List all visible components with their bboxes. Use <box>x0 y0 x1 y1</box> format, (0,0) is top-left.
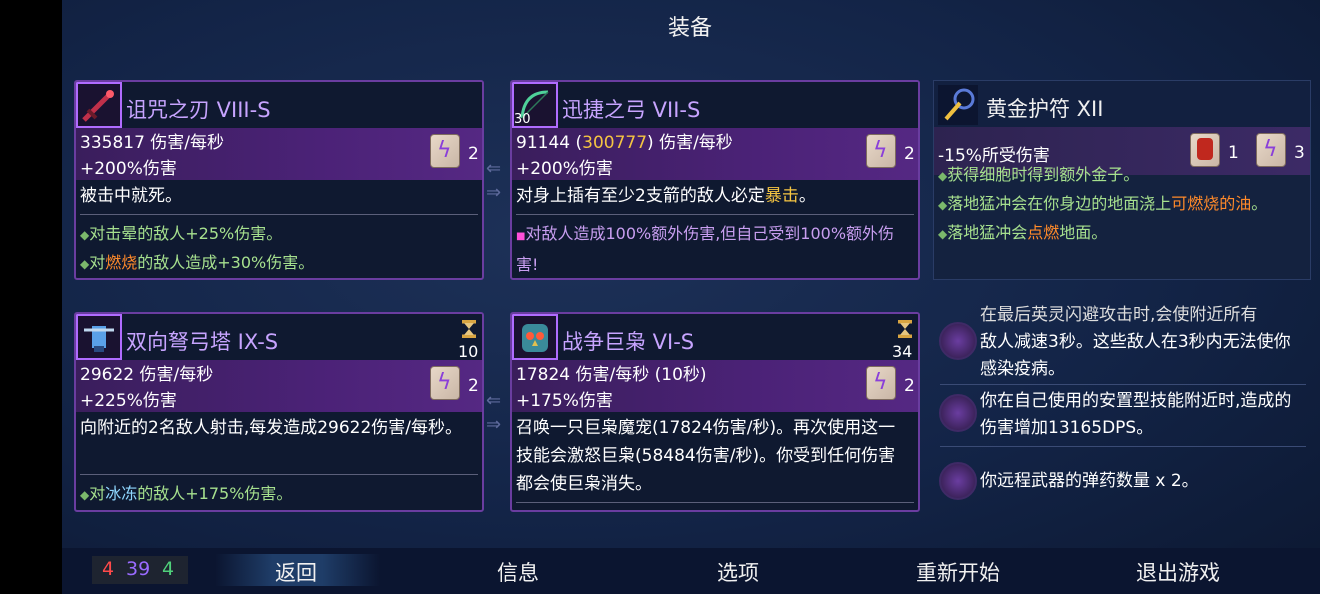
ammo-count: 30 <box>514 112 531 127</box>
divider <box>940 384 1306 385</box>
cooldown-seconds: 34 <box>892 342 913 361</box>
mutation-item[interactable]: 你远程武器的弹药数量 x 2。 <box>933 452 1311 510</box>
affix-item: ◆对燃烧的敌人造成+30%伤害。 <box>80 253 315 272</box>
health-scroll-count: 1 <box>1228 143 1239 163</box>
scroll-icon: ϟ <box>866 134 896 168</box>
trap-mutation-icon <box>939 394 977 432</box>
options-button[interactable]: 选项 <box>688 557 788 587</box>
swap-arrow-right-icon: ⇒ <box>486 182 502 203</box>
cooldown-hourglass-icon <box>898 320 912 338</box>
amulet-icon <box>938 85 978 125</box>
card-name: 战争巨枭 VI-S <box>562 330 695 354</box>
info-button[interactable]: 信息 <box>468 557 568 587</box>
dps-stat: 335817 伤害/每秒 <box>80 133 225 153</box>
card-stats: 29622 伤害/每秒 +225%伤害 ϟ 2 <box>76 360 482 412</box>
card-description: 召唤一只巨枭魔宠(17824伤害/秒)。再次使用这一技能会激怒巨枭(58484伤… <box>516 418 896 494</box>
card-stats: 335817 伤害/每秒 +200%伤害 ϟ 2 <box>76 128 482 180</box>
amulet-header: 黄金护符 XII <box>934 81 1310 127</box>
scroll-stat-counters: 4 39 4 <box>92 556 188 584</box>
card-header: 战争巨枭 VI-S 34 <box>512 314 918 361</box>
left-black-bar <box>0 0 62 594</box>
brutality-count: 4 <box>102 558 115 580</box>
restart-button[interactable]: 重新开始 <box>898 557 1018 587</box>
page-title: 装备 <box>667 16 712 41</box>
mutation-text: 你在自己使用的安置型技能附近时,造成的伤害增加13165DPS。 <box>980 391 1292 438</box>
crossbow-turret-icon <box>76 314 122 360</box>
mutation-item[interactable]: 在最后英灵闪避攻击时,会使附近所有 敌人减速3秒。这些敌人在3秒内无法使你感染疫… <box>933 305 1311 384</box>
gem-bullet-icon: ◆ <box>80 228 90 242</box>
card-stats: 91144 (300777) 伤害/每秒 +200%伤害 ϟ 2 <box>512 128 918 180</box>
plague-mutation-icon <box>939 322 977 360</box>
scroll-count: 2 <box>468 144 479 164</box>
card-name: 双向弩弓塔 IX-S <box>126 330 279 354</box>
affix-list: ◆对冰冻的敌人+175%伤害。 <box>80 480 476 509</box>
swap-arrow-left-icon: ⇐ <box>486 390 502 411</box>
gem-bullet-icon: ◆ <box>80 488 90 502</box>
divider <box>80 214 478 215</box>
cursed-sword-icon <box>76 82 122 128</box>
tactics-count: 39 <box>126 558 151 580</box>
scroll-icon: ϟ <box>866 366 896 400</box>
mutation-text: 你远程武器的弹药数量 x 2。 <box>980 471 1199 491</box>
affix-list: ■对敌人造成100%额外伤害,但自己受到100%额外伤害! <box>516 220 912 278</box>
swap-arrow-right-icon: ⇒ <box>486 414 502 435</box>
gem-bullet-icon: ◆ <box>938 169 948 183</box>
gem-bullet-icon: ◆ <box>938 227 948 241</box>
card-name: 诅咒之刃 VIII-S <box>126 98 271 122</box>
divider <box>516 502 914 503</box>
affix-item: ■对敌人造成100%额外伤害,但自己受到100%额外伤害! <box>516 224 895 274</box>
gem-bullet-icon: ◆ <box>80 257 90 271</box>
ammo-mutation-icon <box>939 462 977 500</box>
quick-bow-icon: 30 <box>512 82 558 128</box>
scroll-count: 3 <box>1294 143 1305 163</box>
scroll-icon: ϟ <box>430 366 460 400</box>
scroll-count: 2 <box>904 144 915 164</box>
card-description: 对身上插有至少2支箭的敌人必定暴击。 <box>516 186 816 206</box>
amulet-card[interactable]: 黄金护符 XII -15%所受伤害 1 ϟ 3 ◆获得细胞时得到额外金子。 ◆落… <box>933 80 1311 280</box>
damage-bonus: +175%伤害 <box>516 391 613 411</box>
gem-bullet-icon: ◆ <box>938 198 948 212</box>
affix-item: ◆落地猛冲会在你身边的地面浇上可燃烧的油。 <box>938 194 1268 213</box>
amulet-name: 黄金护符 XII <box>986 97 1104 121</box>
mutation-item[interactable]: 你在自己使用的安置型技能附近时,造成的伤害增加13165DPS。 <box>933 386 1311 444</box>
weapon-card-quick-bow[interactable]: 30 迅捷之弓 VII-S 91144 (300777) 伤害/每秒 +200%… <box>510 80 920 280</box>
dps-stat: 29622 伤害/每秒 <box>80 365 214 385</box>
weapon-card-cursed-sword[interactable]: 诅咒之刃 VIII-S 335817 伤害/每秒 +200%伤害 ϟ 2 被击中… <box>74 80 484 280</box>
divider <box>940 446 1306 447</box>
damage-bonus: +225%伤害 <box>80 391 177 411</box>
skill-card-war-owl[interactable]: 战争巨枭 VI-S 34 17824 伤害/每秒 (10秒) +175%伤害 ϟ… <box>510 312 920 512</box>
card-stats: 17824 伤害/每秒 (10秒) +175%伤害 ϟ 2 <box>512 360 918 412</box>
affix-item: ◆对击晕的敌人+25%伤害。 <box>80 224 283 243</box>
card-description: 向附近的2名敌人射击,每发造成29622伤害/每秒。 <box>80 418 463 438</box>
scroll-count: 2 <box>904 376 915 396</box>
affix-list: ◆对击晕的敌人+25%伤害。 ◆对燃烧的敌人造成+30%伤害。 <box>80 220 476 278</box>
skill-card-double-crossbow[interactable]: 双向弩弓塔 IX-S 10 29622 伤害/每秒 +225%伤害 ϟ 2 向附… <box>74 312 484 512</box>
scroll-icon: ϟ <box>430 134 460 168</box>
affix-item: ◆对冰冻的敌人+175%伤害。 <box>80 484 293 503</box>
card-header: 诅咒之刃 VIII-S <box>76 82 482 128</box>
divider <box>80 474 478 475</box>
war-owl-icon <box>512 314 558 360</box>
swap-arrow-left-icon: ⇐ <box>486 158 502 179</box>
amulet-affix-list: ◆获得细胞时得到额外金子。 ◆落地猛冲会在你身边的地面浇上可燃烧的油。 ◆落地猛… <box>938 165 1304 248</box>
scroll-count: 2 <box>468 376 479 396</box>
dps-stat: 91144 (300777) 伤害/每秒 <box>516 133 733 153</box>
card-header: 双向弩弓塔 IX-S 10 <box>76 314 482 361</box>
card-header: 30 迅捷之弓 VII-S <box>512 82 918 128</box>
mutation-text: 在最后英灵闪避攻击时,会使附近所有 敌人减速3秒。这些敌人在3秒内无法使你感染疫… <box>980 305 1291 379</box>
back-button[interactable]: 返回 <box>246 557 346 587</box>
card-name: 迅捷之弓 VII-S <box>562 98 701 122</box>
survival-count: 4 <box>162 558 175 580</box>
affix-item: ◆落地猛冲会点燃地面。 <box>938 223 1108 242</box>
quit-button[interactable]: 退出游戏 <box>1118 557 1238 587</box>
card-description: 被击中就死。 <box>80 186 182 206</box>
cooldown-hourglass-icon <box>462 320 476 338</box>
damage-bonus: +200%伤害 <box>516 159 613 179</box>
affix-item-cut: ◆获得细胞时得到额外金子。 <box>938 165 1140 184</box>
dps-stat: 17824 伤害/每秒 (10秒) <box>516 365 707 385</box>
divider <box>516 214 914 215</box>
damage-bonus: +200%伤害 <box>80 159 177 179</box>
cooldown-seconds: 10 <box>458 342 479 361</box>
